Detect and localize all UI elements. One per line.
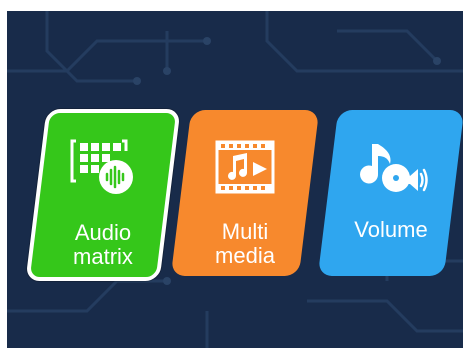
audio-matrix-label-line2: matrix [73, 244, 133, 269]
volume-icon [360, 144, 428, 192]
audio-matrix-tile[interactable]: Audio matrix [25, 109, 181, 281]
multimedia-label-line2: media [215, 243, 275, 268]
volume-tile[interactable]: Volume [317, 110, 463, 276]
multimedia-label-line1: Multi [221, 219, 269, 244]
audio-matrix-label-line1: Audio [74, 220, 132, 245]
volume-label: Volume [354, 217, 428, 242]
multimedia-icon [215, 140, 275, 194]
audio-matrix-icon [70, 139, 133, 194]
main-menu-screen: Audio matrix Multi media Volume [7, 11, 463, 348]
multimedia-tile[interactable]: Multi media [170, 110, 320, 276]
